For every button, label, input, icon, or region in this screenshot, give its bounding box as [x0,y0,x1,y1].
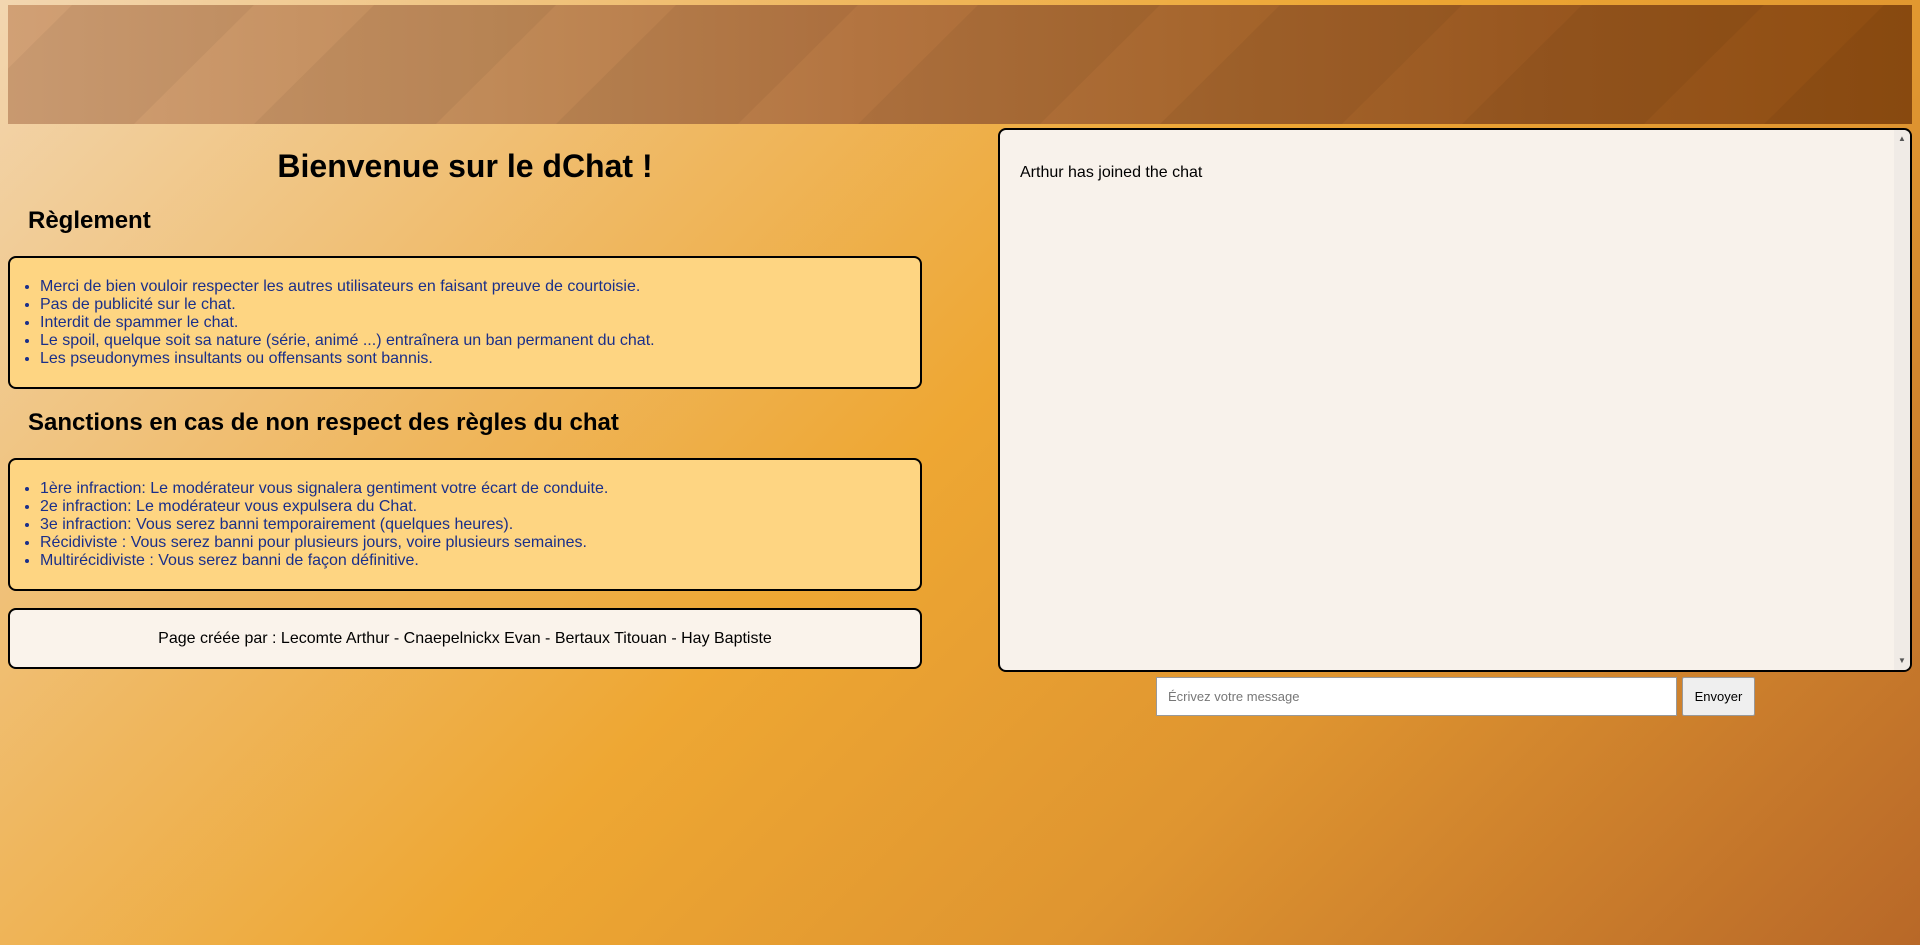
sanctions-title: Sanctions en cas de non respect des règl… [28,409,619,436]
rules-item: Le spoil, quelque soit sa nature (série,… [40,332,920,350]
scroll-up-icon[interactable]: ▲ [1894,132,1910,146]
banner-stripe [1160,5,1462,124]
rules-item: Interdit de spammer le chat. [40,314,920,332]
rules-item: Merci de bien vouloir respecter les autr… [40,278,920,296]
sanctions-item: Multirécidiviste : Vous serez banni de f… [40,552,920,570]
rules-item: Pas de publicité sur le chat. [40,296,920,314]
rules-item: Les pseudonymes insultants ou offensants… [40,350,920,368]
page-title: Bienvenue sur le dChat ! [277,148,653,184]
banner-stripe [858,5,1160,124]
rules-title: Règlement [28,207,151,234]
sanctions-item: 1ère infraction: Le modérateur vous sign… [40,480,920,498]
rules-list: Merci de bien vouloir respecter les autr… [10,258,920,368]
sanctions-item: Récidiviste : Vous serez banni pour plus… [40,534,920,552]
banner-stripe [1764,5,1912,124]
banner-stripe [556,5,858,124]
sanctions-item: 3e infraction: Vous serez banni temporai… [40,516,920,534]
banner-stripe [254,5,556,124]
sanctions-item: 2e infraction: Le modérateur vous expuls… [40,498,920,516]
message-composer: Envoyer [1156,677,1755,716]
banner-stripe [1462,5,1764,124]
credits-footer: Page créée par : Lecomte Arthur - Cnaepe… [8,608,922,669]
sanctions-list: 1ère infraction: Le modérateur vous sign… [10,460,920,570]
chat-scrollbar[interactable]: ▲ ▼ [1894,130,1910,670]
scroll-down-icon[interactable]: ▼ [1894,654,1910,668]
chat-messages: Arthur has joined the chat [1000,130,1894,670]
chat-panel: Arthur has joined the chat ▲ ▼ [998,128,1912,672]
banner-stripe [8,5,254,124]
rules-box: Merci de bien vouloir respecter les autr… [8,256,922,389]
chat-message: Arthur has joined the chat [1020,164,1203,181]
send-button[interactable]: Envoyer [1682,677,1755,716]
sanctions-box: 1ère infraction: Le modérateur vous sign… [8,458,922,591]
message-input[interactable] [1156,677,1677,716]
header-banner [8,5,1912,124]
